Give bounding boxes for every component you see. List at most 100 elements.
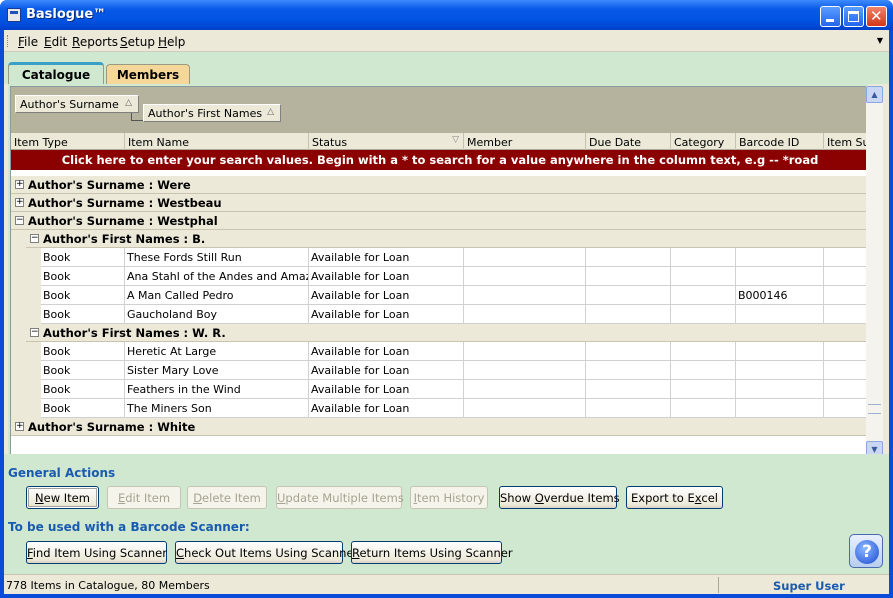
- table-cell[interactable]: [586, 305, 671, 324]
- group-by-box[interactable]: Author's Surname △ Author's First Names △: [11, 87, 867, 133]
- table-cell[interactable]: Book: [41, 248, 125, 267]
- table-row[interactable]: Book The Miners Son Available for Loan: [41, 399, 867, 418]
- table-cell[interactable]: Available for Loan: [309, 267, 464, 286]
- table-cell[interactable]: Available for Loan: [309, 286, 464, 305]
- menu-setup[interactable]: Setup: [120, 35, 155, 49]
- table-cell[interactable]: Ana Stahl of the Andes and Amazon: [125, 267, 309, 286]
- table-cell[interactable]: A Man Called Pedro: [125, 286, 309, 305]
- table-cell[interactable]: [824, 399, 867, 418]
- group-row[interactable]: + Author's Surname : Westbeau: [11, 194, 867, 212]
- expand-icon[interactable]: +: [15, 180, 24, 189]
- table-cell[interactable]: [671, 361, 736, 380]
- table-cell[interactable]: [671, 380, 736, 399]
- table-cell[interactable]: [736, 361, 824, 380]
- chevron-down-icon[interactable]: ▼: [877, 36, 883, 45]
- group-row[interactable]: − Author's First Names : W. R.: [26, 324, 867, 342]
- table-cell[interactable]: [586, 380, 671, 399]
- table-cell[interactable]: [671, 248, 736, 267]
- return-items-scanner-button[interactable]: Return Items Using Scanner: [351, 541, 513, 564]
- table-cell[interactable]: [464, 267, 586, 286]
- table-cell[interactable]: Available for Loan: [309, 248, 464, 267]
- column-header[interactable]: Status ▽: [309, 133, 464, 150]
- collapse-icon[interactable]: −: [15, 216, 24, 225]
- table-row[interactable]: Book Sister Mary Love Available for Loan: [41, 361, 867, 380]
- find-item-scanner-button[interactable]: Find Item Using Scanner: [26, 541, 167, 564]
- table-cell[interactable]: [671, 305, 736, 324]
- item-history-button[interactable]: Item History: [410, 486, 488, 509]
- group-row[interactable]: − Author's Surname : Westphal: [11, 212, 867, 230]
- table-cell[interactable]: Gaucholand Boy: [125, 305, 309, 324]
- new-item-button[interactable]: New Item: [26, 486, 99, 509]
- table-row[interactable]: Book Heretic At Large Available for Loan: [41, 342, 867, 361]
- table-cell[interactable]: [671, 286, 736, 305]
- group-chip-surname[interactable]: Author's Surname △: [15, 95, 139, 113]
- group-row[interactable]: + Author's Surname : White: [11, 418, 867, 436]
- table-cell[interactable]: [464, 380, 586, 399]
- tab-catalogue[interactable]: Catalogue: [8, 62, 104, 85]
- table-cell[interactable]: Available for Loan: [309, 380, 464, 399]
- maximize-button[interactable]: [843, 6, 864, 27]
- title-bar[interactable]: Baslogue™ ✕: [0, 0, 893, 30]
- table-cell[interactable]: Heretic At Large: [125, 342, 309, 361]
- column-header[interactable]: Item Sub: [824, 133, 867, 150]
- search-row[interactable]: Click here to enter your search values. …: [11, 150, 867, 170]
- group-row[interactable]: − Author's First Names : B.: [26, 230, 867, 248]
- filter-icon[interactable]: ▽: [452, 135, 459, 145]
- export-to-excel-button[interactable]: Export to Excel: [626, 486, 723, 509]
- toolbar-grip[interactable]: [7, 35, 10, 47]
- table-row[interactable]: Book Feathers in the Wind Available for Lo…: [41, 380, 867, 399]
- table-cell[interactable]: [586, 248, 671, 267]
- column-header[interactable]: Item Type: [11, 133, 125, 150]
- table-cell[interactable]: [464, 286, 586, 305]
- column-header[interactable]: Item Name: [125, 133, 309, 150]
- close-button[interactable]: ✕: [866, 6, 887, 27]
- table-cell[interactable]: [824, 361, 867, 380]
- column-header[interactable]: Category: [671, 133, 736, 150]
- table-cell[interactable]: Available for Loan: [309, 361, 464, 380]
- table-cell[interactable]: The Miners Son: [125, 399, 309, 418]
- table-cell[interactable]: [464, 342, 586, 361]
- table-cell[interactable]: [736, 305, 824, 324]
- table-cell[interactable]: [464, 248, 586, 267]
- table-cell[interactable]: [736, 380, 824, 399]
- table-row[interactable]: Book A Man Called Pedro Available for Loan…: [41, 286, 867, 305]
- menu-reports[interactable]: Reports: [72, 35, 118, 49]
- column-header[interactable]: Due Date: [586, 133, 671, 150]
- table-cell[interactable]: [586, 361, 671, 380]
- collapse-icon[interactable]: −: [30, 328, 39, 337]
- expand-icon[interactable]: +: [15, 198, 24, 207]
- table-row[interactable]: Book These Fords Still Run Available for L…: [41, 248, 867, 267]
- show-overdue-items-button[interactable]: Show Overdue Items: [499, 486, 620, 509]
- catalogue-grid[interactable]: Author's Surname △ Author's First Names △ …: [10, 86, 868, 458]
- table-cell[interactable]: Book: [41, 380, 125, 399]
- column-header[interactable]: Member: [464, 133, 586, 150]
- tab-members[interactable]: Members: [106, 64, 190, 85]
- collapse-icon[interactable]: −: [30, 234, 39, 243]
- menu-edit[interactable]: Edit: [44, 35, 67, 49]
- table-cell[interactable]: Book: [41, 361, 125, 380]
- expand-icon[interactable]: +: [15, 422, 24, 431]
- table-cell[interactable]: [586, 342, 671, 361]
- menu-file[interactable]: File: [18, 35, 38, 49]
- table-cell[interactable]: Book: [41, 305, 125, 324]
- table-cell[interactable]: [736, 342, 824, 361]
- minimize-button[interactable]: [820, 6, 841, 27]
- edit-item-button[interactable]: Edit Item: [107, 486, 181, 509]
- delete-item-button[interactable]: Delete Item: [187, 486, 267, 509]
- table-cell[interactable]: Feathers in the Wind: [125, 380, 309, 399]
- table-cell[interactable]: [736, 399, 824, 418]
- table-cell[interactable]: [586, 399, 671, 418]
- group-chip-firstnames[interactable]: Author's First Names △: [143, 104, 281, 122]
- table-cell[interactable]: [824, 248, 867, 267]
- table-cell[interactable]: [824, 342, 867, 361]
- table-cell[interactable]: [824, 286, 867, 305]
- table-row[interactable]: Book Gaucholand Boy Available for Loan: [41, 305, 867, 324]
- scroll-thumb[interactable]: [868, 404, 881, 414]
- table-cell[interactable]: Available for Loan: [309, 305, 464, 324]
- table-row[interactable]: Book Ana Stahl of the Andes and Amazon Ava…: [41, 267, 867, 286]
- table-cell[interactable]: [824, 380, 867, 399]
- scroll-up-icon[interactable]: ▲: [866, 86, 883, 103]
- column-header[interactable]: Barcode ID: [736, 133, 824, 150]
- table-cell[interactable]: These Fords Still Run: [125, 248, 309, 267]
- help-button[interactable]: ?: [849, 534, 883, 568]
